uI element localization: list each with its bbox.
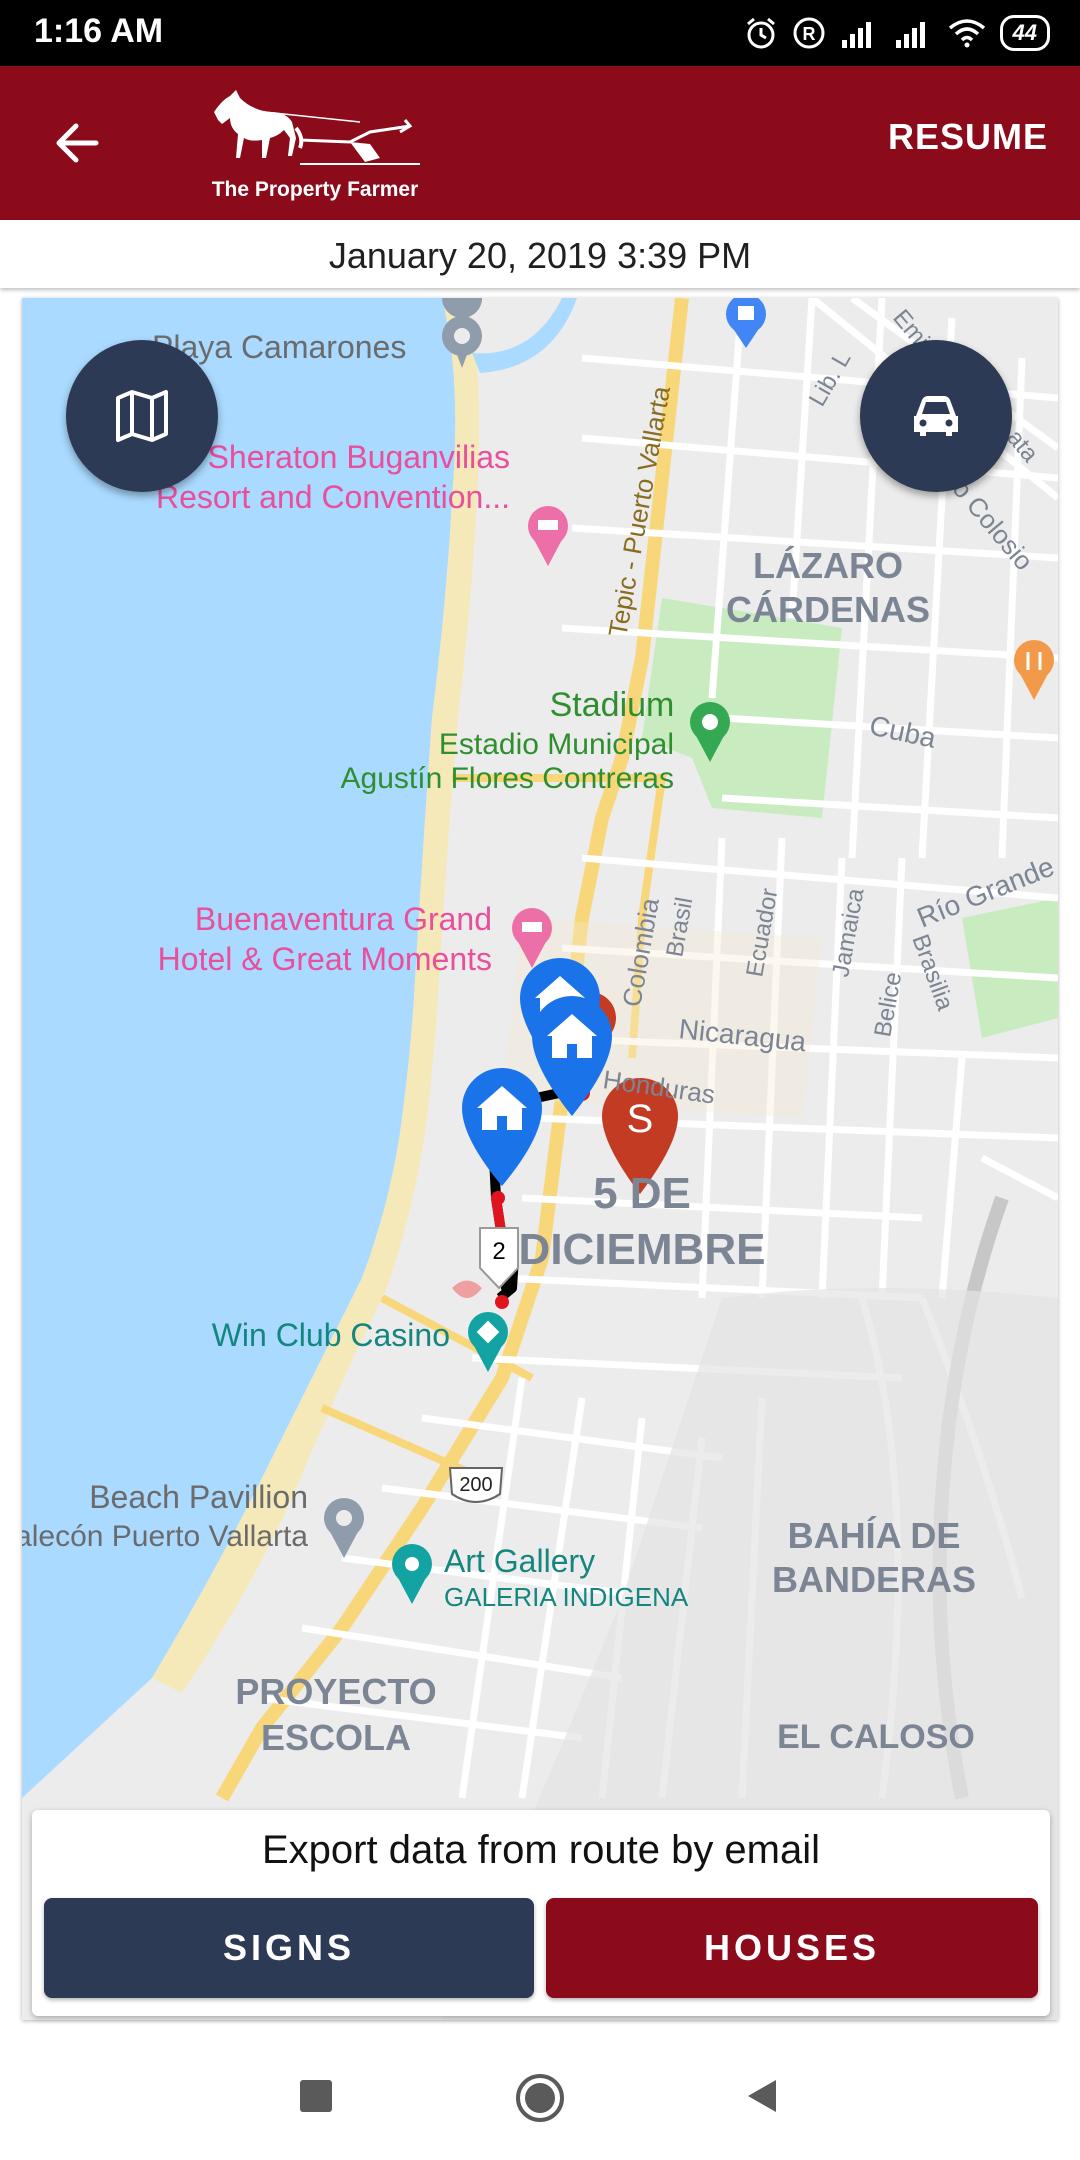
wifi-icon — [948, 19, 985, 48]
houses-button[interactable]: HOUSES — [546, 1898, 1038, 1998]
arrow-left-icon[interactable] — [50, 116, 104, 170]
route-stop-number: 2 — [492, 1238, 505, 1265]
map-view[interactable]: 200 S 2 Playa Camarones Sheraton Buganvi… — [22, 298, 1058, 2020]
battery-icon: 44 — [999, 15, 1050, 51]
signal-icon — [841, 22, 871, 48]
app-logo: The Property Farmer — [200, 82, 430, 212]
start-marker-label: S — [627, 1097, 654, 1141]
map-label: GALERIA INDIGENA — [444, 1582, 689, 1612]
registered-icon: R — [793, 17, 825, 49]
signal-icon — [895, 22, 925, 48]
export-title: Export data from route by email — [261, 1828, 821, 1872]
car-icon — [914, 396, 958, 436]
map-label: Resort and Convention... — [156, 479, 510, 515]
logo-text: The Property Farmer — [211, 178, 419, 201]
map-label: Agustín Flores Contreras — [341, 762, 674, 795]
map-label: Sheraton Buganvilias — [208, 439, 510, 475]
status-icons: R 44 — [744, 12, 1050, 54]
map-label: Estadio Municipal — [439, 728, 674, 761]
svg-text:R: R — [802, 24, 815, 44]
status-bar: 1:16 AM R 44 — [0, 0, 1080, 66]
map-label: BAHÍA DE — [788, 1515, 961, 1556]
map-label: Art Gallery — [444, 1543, 595, 1579]
recent-apps-icon[interactable] — [298, 2078, 334, 2114]
map-label: EL CALOSO — [777, 1718, 975, 1756]
map-label: BANDERAS — [772, 1559, 976, 1600]
map-label: Win Club Casino — [212, 1317, 450, 1353]
alarm-icon — [746, 17, 775, 49]
home-icon[interactable] — [514, 2072, 566, 2124]
system-nav-bar — [0, 2030, 1080, 2160]
map-label: PROYECTO — [235, 1671, 436, 1712]
app-bar: The Property Farmer RESUME — [0, 66, 1080, 220]
route-date-bar: January 20, 2019 3:39 PM — [0, 220, 1080, 288]
map-label: ESCOLA — [261, 1717, 411, 1758]
map-label: Buenaventura Grand — [195, 901, 492, 937]
map-label: 5 DE — [593, 1169, 691, 1218]
map-label: CÁRDENAS — [726, 589, 930, 630]
export-panel: Export data from route by email SIGNS HO… — [32, 1810, 1050, 2016]
back-icon[interactable] — [742, 2076, 782, 2116]
map-canvas[interactable]: 200 S 2 Playa Camarones Sheraton Buganvi… — [22, 298, 1058, 2020]
route-date-label: January 20, 2019 3:39 PM — [328, 235, 752, 276]
map-label: DICIEMBRE — [519, 1225, 766, 1274]
status-time: 1:16 AM — [34, 12, 164, 50]
highway-number: 200 — [459, 1474, 492, 1496]
map-label: Stadium — [550, 686, 675, 724]
map-icon — [116, 390, 168, 442]
horse-plow-logo-icon — [214, 90, 420, 165]
drive-mode-button[interactable] — [860, 340, 1012, 492]
map-label: alecón Puerto Vallarta — [22, 1520, 308, 1553]
map-label: LÁZARO — [753, 545, 903, 586]
highway-shield-icon: 200 — [448, 1467, 504, 1503]
map-type-button[interactable] — [66, 340, 218, 492]
resume-button[interactable]: RESUME — [888, 116, 1048, 158]
map-label: Beach Pavillion — [89, 1479, 308, 1515]
signs-button[interactable]: SIGNS — [44, 1898, 534, 1998]
map-label: Hotel & Great Moments — [158, 941, 492, 977]
